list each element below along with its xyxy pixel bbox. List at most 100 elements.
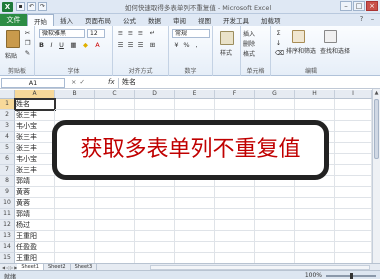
row-header[interactable]: 8 [0, 176, 15, 187]
align-right-icon[interactable]: ☰ [136, 41, 145, 50]
row-header[interactable]: 15 [0, 253, 15, 263]
find-select-button[interactable]: 查找和选择 [320, 46, 350, 55]
cell-col-a[interactable]: 王重阳 [15, 231, 55, 242]
cell[interactable] [215, 209, 255, 220]
cell[interactable] [295, 187, 335, 198]
sort-filter-button[interactable]: 排序和筛选 [286, 46, 316, 55]
bold-icon[interactable]: B [37, 41, 46, 50]
font-name-select[interactable]: 微软雅黑 [39, 29, 85, 38]
row-header[interactable]: 5 [0, 143, 15, 154]
row-header[interactable]: 3 [0, 121, 15, 132]
cell-col-a[interactable]: 郭靖 [15, 176, 55, 187]
cell[interactable] [55, 209, 95, 220]
cut-icon[interactable]: ✂ [23, 29, 32, 38]
cell[interactable] [55, 198, 95, 209]
cell[interactable] [215, 187, 255, 198]
column-header-e[interactable]: E [175, 90, 215, 99]
help-icon[interactable]: ? [357, 15, 366, 24]
cell[interactable] [335, 176, 372, 187]
cell[interactable] [135, 231, 175, 242]
column-header-f[interactable]: F [215, 90, 255, 99]
cell[interactable] [335, 154, 372, 165]
scroll-up-icon[interactable]: ▲ [373, 89, 380, 97]
cell[interactable] [135, 220, 175, 231]
cell[interactable] [175, 253, 215, 263]
cell[interactable] [335, 242, 372, 253]
format-painter-icon[interactable]: ✎ [23, 49, 32, 58]
excel-app-icon[interactable]: X [2, 1, 13, 12]
cell[interactable] [95, 209, 135, 220]
italic-icon[interactable]: I [47, 41, 56, 50]
delete-cells-button[interactable]: 删除 [243, 39, 255, 48]
number-format-select[interactable]: 常规 [172, 29, 210, 38]
tab-home[interactable]: 开始 [27, 14, 54, 26]
redo-icon[interactable]: ↷ [38, 2, 47, 11]
cell[interactable] [55, 253, 95, 263]
cell-col-a[interactable]: 王重阳 [15, 253, 55, 263]
font-color-icon[interactable]: A [93, 41, 102, 50]
autosum-icon[interactable]: Σ [274, 29, 283, 38]
cell[interactable] [135, 209, 175, 220]
minimize-button[interactable]: – [340, 1, 352, 11]
align-top-icon[interactable]: ≡ [116, 29, 125, 38]
cell[interactable] [335, 110, 372, 121]
formula-edit-buttons[interactable]: ×✓ [71, 78, 88, 86]
cell[interactable] [215, 220, 255, 231]
cell[interactable] [135, 253, 175, 263]
row-header[interactable]: 14 [0, 242, 15, 253]
cell[interactable] [55, 242, 95, 253]
row-header[interactable]: 6 [0, 154, 15, 165]
vertical-scroll-thumb[interactable] [374, 99, 379, 159]
cell[interactable] [215, 99, 255, 110]
tab-formulas[interactable]: 公式 [117, 14, 142, 26]
borders-icon[interactable]: ▦ [69, 41, 78, 50]
underline-icon[interactable]: U [57, 41, 66, 50]
cell[interactable] [55, 220, 95, 231]
cell[interactable] [215, 242, 255, 253]
cell[interactable] [295, 209, 335, 220]
cell-col-a[interactable]: 黄蓉 [15, 198, 55, 209]
cell-col-a[interactable]: 张三丰 [15, 110, 55, 121]
close-button[interactable]: × [366, 1, 378, 11]
styles-button[interactable]: 样式 [220, 48, 232, 57]
tab-page-layout[interactable]: 页面布局 [79, 14, 117, 26]
paste-icon[interactable] [6, 30, 20, 48]
cell[interactable] [95, 231, 135, 242]
cell[interactable] [215, 198, 255, 209]
row-header[interactable]: 2 [0, 110, 15, 121]
select-all-corner[interactable] [0, 90, 15, 99]
cell-col-a[interactable]: 任盈盈 [15, 242, 55, 253]
currency-icon[interactable]: ¥ [172, 41, 181, 50]
styles-icon[interactable] [220, 31, 234, 45]
cell[interactable] [335, 209, 372, 220]
cell[interactable] [335, 253, 372, 263]
cell[interactable] [95, 253, 135, 263]
cell[interactable] [255, 198, 295, 209]
align-bottom-icon[interactable]: ≡ [136, 29, 145, 38]
cell[interactable] [335, 220, 372, 231]
cell[interactable] [295, 220, 335, 231]
column-header-b[interactable]: B [55, 90, 95, 99]
sort-filter-icon[interactable] [292, 30, 305, 43]
tab-data[interactable]: 数据 [142, 14, 167, 26]
cell[interactable] [295, 253, 335, 263]
cell[interactable] [335, 231, 372, 242]
cell-col-a[interactable]: 张三丰 [15, 165, 55, 176]
cell[interactable] [295, 198, 335, 209]
insert-function-icon[interactable]: fx [108, 78, 115, 86]
tab-view[interactable]: 视图 [192, 14, 217, 26]
cell[interactable] [135, 242, 175, 253]
undo-icon[interactable]: ↶ [27, 2, 36, 11]
cell-col-a[interactable]: 韦小宝 [15, 154, 55, 165]
comma-style-icon[interactable]: , [192, 41, 201, 50]
percent-icon[interactable]: % [182, 41, 191, 50]
column-header-d[interactable]: D [135, 90, 175, 99]
cell[interactable] [175, 231, 215, 242]
row-header[interactable]: 13 [0, 231, 15, 242]
paste-button[interactable]: 粘贴 [5, 51, 17, 60]
cell[interactable] [95, 187, 135, 198]
cell[interactable] [335, 132, 372, 143]
cell[interactable] [255, 187, 295, 198]
row-header[interactable]: 7 [0, 165, 15, 176]
row-header[interactable]: 9 [0, 187, 15, 198]
